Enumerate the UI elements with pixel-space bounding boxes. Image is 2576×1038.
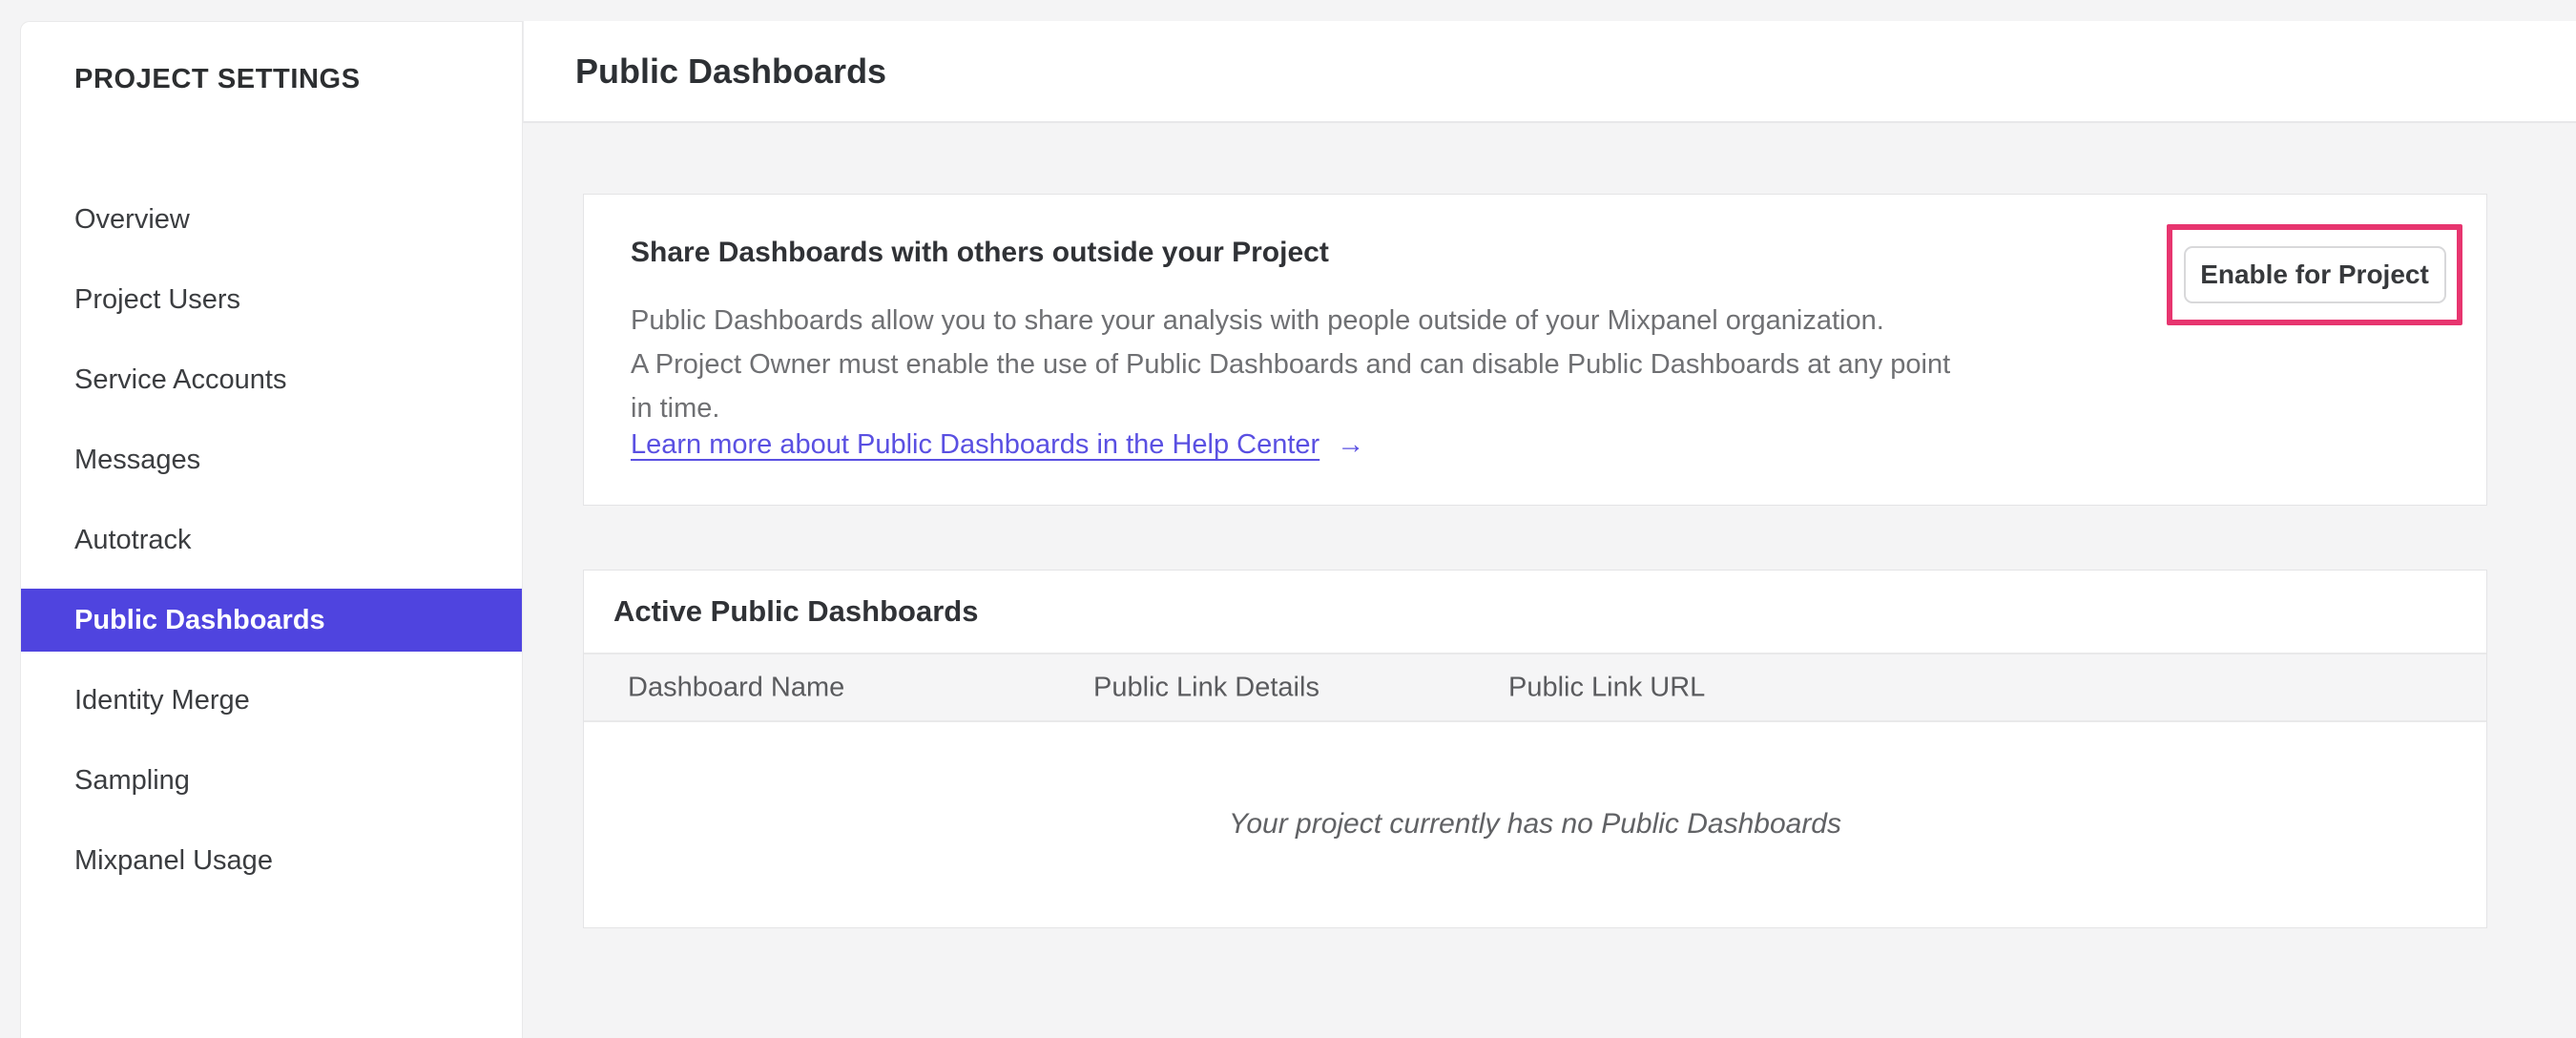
sidebar-item-identity-merge[interactable]: Identity Merge	[21, 669, 522, 732]
page-title: Public Dashboards	[575, 51, 887, 91]
sidebar-title: PROJECT SETTINGS	[74, 64, 361, 94]
dashboards-table-header: Dashboard Name Public Link Details Publi…	[584, 653, 2486, 722]
active-card-heading: Active Public Dashboards	[613, 594, 979, 628]
share-card-heading: Share Dashboards with others outside you…	[631, 237, 1329, 268]
sidebar-item-mixpanel-usage[interactable]: Mixpanel Usage	[21, 829, 522, 892]
share-dashboards-card: Share Dashboards with others outside you…	[583, 194, 2487, 506]
sidebar-item-sampling[interactable]: Sampling	[21, 749, 522, 812]
arrow-right-icon: →	[1337, 429, 1365, 460]
column-header-dashboard-name: Dashboard Name	[628, 672, 845, 702]
sidebar-nav: Overview Project Users Service Accounts …	[21, 188, 522, 892]
sidebar-item-public-dashboards[interactable]: Public Dashboards	[21, 589, 522, 652]
dashboards-empty-state: Your project currently has no Public Das…	[584, 722, 2486, 925]
active-card-heading-row: Active Public Dashboards	[584, 571, 2486, 653]
project-settings-sidebar: PROJECT SETTINGS Overview Project Users …	[20, 21, 523, 1038]
description-line: in time.	[631, 393, 720, 424]
column-header-public-link-details: Public Link Details	[1093, 672, 1319, 702]
page-header: Public Dashboards	[523, 21, 2576, 123]
help-link-row: Learn more about Public Dashboards in th…	[631, 429, 1364, 461]
empty-state-message: Your project currently has no Public Das…	[1228, 807, 1841, 840]
sidebar-item-project-users[interactable]: Project Users	[21, 268, 522, 331]
sidebar-item-messages[interactable]: Messages	[21, 428, 522, 491]
help-center-link[interactable]: Learn more about Public Dashboards in th…	[631, 429, 1319, 461]
description-line: Public Dashboards allow you to share you…	[631, 305, 1884, 336]
sidebar-item-autotrack[interactable]: Autotrack	[21, 509, 522, 571]
sidebar-item-service-accounts[interactable]: Service Accounts	[21, 348, 522, 411]
column-header-public-link-url: Public Link URL	[1508, 672, 1706, 702]
active-public-dashboards-card: Active Public Dashboards Dashboard Name …	[583, 570, 2487, 928]
description-line: A Project Owner must enable the use of P…	[631, 349, 1951, 380]
sidebar-item-overview[interactable]: Overview	[21, 188, 522, 251]
enable-for-project-button[interactable]: Enable for Project	[2183, 246, 2446, 303]
annotation-highlight-box: Enable for Project	[2167, 224, 2462, 325]
share-card-description: Public Dashboards allow you to share you…	[631, 299, 1950, 430]
